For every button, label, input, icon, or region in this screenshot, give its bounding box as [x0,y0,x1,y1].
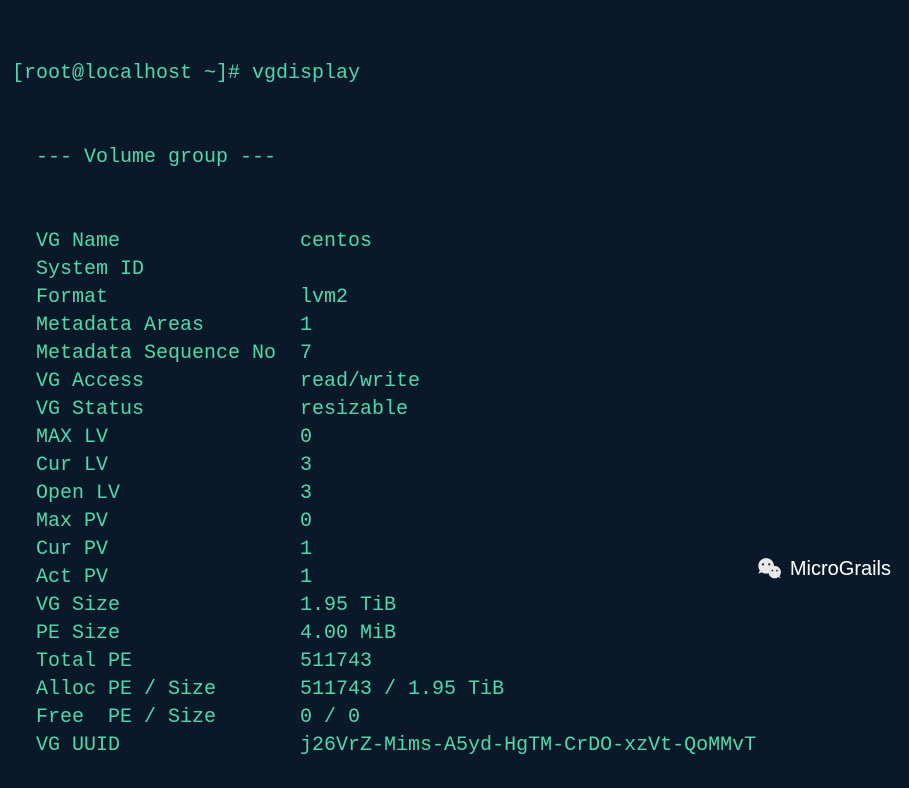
field-value: 1 [300,312,312,340]
field-value: read/write [300,368,420,396]
field-value: 3 [300,480,312,508]
field-row: Open LV3 [12,480,897,508]
field-label: MAX LV [36,424,300,452]
shell-prompt: [root@localhost ~]# [12,62,252,85]
field-row: Metadata Sequence No7 [12,340,897,368]
field-value: lvm2 [300,284,348,312]
field-row: Cur LV3 [12,452,897,480]
field-label: VG Name [36,228,300,256]
field-label: Cur LV [36,452,300,480]
field-value: 0 [300,508,312,536]
field-row: VG Size1.95 TiB [12,592,897,620]
field-row: VG UUIDj26VrZ-Mims-A5yd-HgTM-CrDO-xzVt-Q… [12,732,897,760]
field-label: Act PV [36,564,300,592]
field-label: PE Size [36,620,300,648]
section-header: --- Volume group --- [12,144,897,172]
field-value: 7 [300,340,312,368]
field-label: Free PE / Size [36,704,300,732]
watermark-text: MicroGrails [790,555,891,583]
watermark: MicroGrails [756,555,891,583]
field-label: Format [36,284,300,312]
field-value: 4.00 MiB [300,620,396,648]
field-value: 0 [300,424,312,452]
field-label: Metadata Sequence No [36,340,300,368]
command-text: vgdisplay [252,62,360,85]
field-row: VG Namecentos [12,228,897,256]
field-label: Total PE [36,648,300,676]
field-row: VG Accessread/write [12,368,897,396]
field-label: Alloc PE / Size [36,676,300,704]
command-line: [root@localhost ~]# vgdisplay [12,60,897,88]
terminal-output: [root@localhost ~]# vgdisplay --- Volume… [12,4,897,788]
field-label: Max PV [36,508,300,536]
field-row: VG Statusresizable [12,396,897,424]
field-label: VG Size [36,592,300,620]
field-row: Alloc PE / Size511743 / 1.95 TiB [12,676,897,704]
field-row: MAX LV0 [12,424,897,452]
field-label: VG UUID [36,732,300,760]
field-label: Metadata Areas [36,312,300,340]
field-value: 1 [300,564,312,592]
field-value: 1.95 TiB [300,592,396,620]
field-value: 0 / 0 [300,704,360,732]
field-label: System ID [36,256,300,284]
wechat-icon [756,555,784,583]
field-label: VG Access [36,368,300,396]
field-value: 3 [300,452,312,480]
field-value: centos [300,228,372,256]
field-value: 1 [300,536,312,564]
field-row: Total PE511743 [12,648,897,676]
field-label: Cur PV [36,536,300,564]
field-label: Open LV [36,480,300,508]
field-value: resizable [300,396,408,424]
field-value: 511743 / 1.95 TiB [300,676,504,704]
field-row: Metadata Areas1 [12,312,897,340]
field-row: PE Size4.00 MiB [12,620,897,648]
field-row: Max PV0 [12,508,897,536]
field-value: 511743 [300,648,372,676]
fields-list: VG NamecentosSystem IDFormatlvm2Metadata… [12,228,897,760]
field-value: j26VrZ-Mims-A5yd-HgTM-CrDO-xzVt-QoMMvT [300,732,756,760]
field-row: System ID [12,256,897,284]
field-label: VG Status [36,396,300,424]
field-row: Formatlvm2 [12,284,897,312]
field-row: Free PE / Size0 / 0 [12,704,897,732]
